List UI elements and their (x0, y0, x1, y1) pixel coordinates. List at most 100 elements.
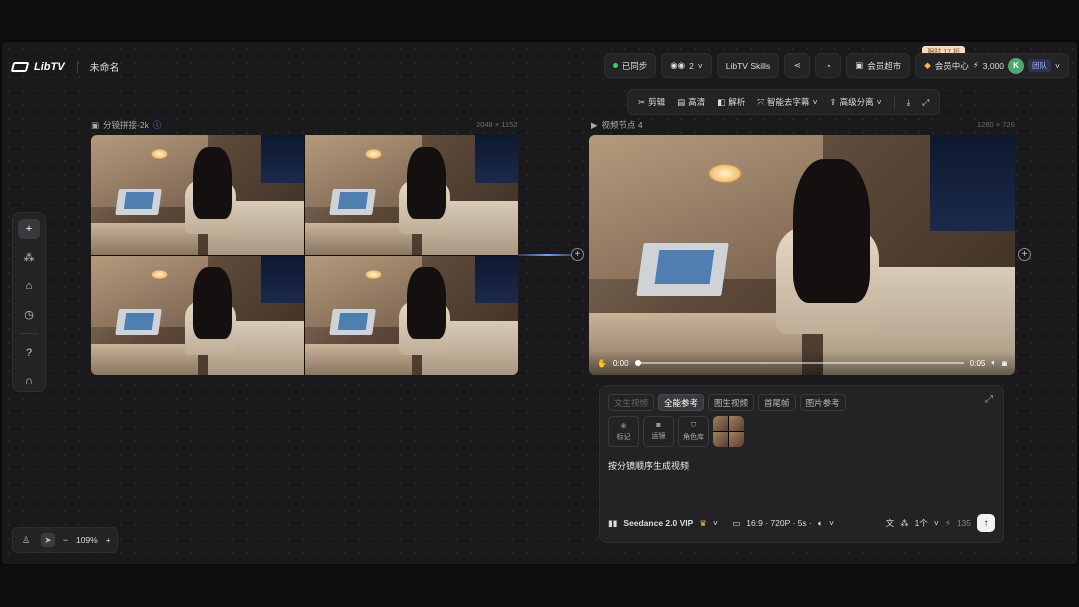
camera-icon[interactable]: ◙ (1002, 359, 1007, 368)
info-icon: ⓘ (152, 120, 162, 130)
arrow-up-icon: ↑ (983, 517, 989, 529)
zoom-out-button[interactable]: − (63, 535, 68, 545)
sync-status[interactable]: 已同步 (603, 53, 657, 78)
image-node-header[interactable]: ▣ 分镜拼接-2k ⓘ (91, 119, 161, 131)
help-icon[interactable]: ? (18, 343, 40, 363)
expand-icon[interactable]: ⤢ (985, 394, 993, 405)
video-progress-bar[interactable] (634, 360, 964, 366)
account-button[interactable]: ◆ 会员中心 ⚡ 3,000 K 团队 ˅ (915, 53, 1069, 78)
skills-button[interactable]: LibTV Skills (716, 53, 780, 78)
storyboard-frame-1 (91, 135, 304, 255)
image-icon: ▣ (91, 119, 100, 130)
marker-icon: ⊕ (620, 422, 627, 430)
camera-icon: ◙ (656, 422, 661, 429)
camera-move-button[interactable]: ◙ 运镜 (643, 416, 674, 447)
fullscreen-button[interactable]: ⤢ (922, 97, 929, 108)
remove-subtitle-label: 智能去字幕 (767, 97, 810, 107)
reference-thumbnail[interactable] (713, 416, 744, 447)
chevron-down-icon: ˅ (933, 518, 939, 528)
bell-icon: ◔ (825, 60, 831, 71)
generation-panel: 文生视频 全能参考 图生视频 首尾帧 图片参考 ⤢ ⊕ 标记 ◙ 运镜 ⛉ 角色库 按… (599, 385, 1004, 543)
storyboard-frame-3 (91, 255, 304, 375)
progress-knob[interactable] (634, 360, 641, 366)
image-node-title: 分镜拼接-2k (103, 120, 149, 130)
logo-text: LibTV (34, 60, 65, 73)
add-icon[interactable]: + (18, 219, 40, 239)
top-actions: 已同步 ◉◉ 2 ˅ LibTV Skills ⋖ ◔ ▣ 会员超市 ◆ 会员中… (603, 53, 1069, 78)
play-pause-icon[interactable]: ✋ (597, 359, 607, 368)
toolbar-divider (893, 95, 895, 109)
video-node-header[interactable]: ▶ 视频节点 4 (591, 119, 643, 131)
model-select[interactable]: Seedance 2.0 VIP (623, 518, 693, 528)
expand-icon: ⤢ (922, 96, 930, 107)
sidebar-divider (20, 333, 38, 334)
storyboard-grid-image[interactable] (91, 135, 518, 375)
notifications-button[interactable]: ◔ (815, 53, 842, 78)
chevron-down-icon: ˅ (697, 60, 703, 71)
mark-button[interactable]: ⊕ 标记 (608, 416, 639, 447)
workflow-icon[interactable]: ⁂ (18, 248, 40, 268)
tab-image-to-video[interactable]: 图生视频 (708, 394, 755, 411)
app-logo[interactable]: LibTV 未命名 (10, 59, 120, 74)
credits-value: 3,000 (982, 60, 1005, 71)
translate-icon[interactable]: 文 (886, 517, 895, 529)
outer-top-band (0, 0, 1079, 40)
members-button[interactable]: ◉◉ 2 ˅ (661, 53, 712, 78)
remove-subtitle-button[interactable]: ⤧ 智能去字幕 ˅ (757, 96, 817, 108)
assets-icon[interactable]: ⌂ (18, 276, 40, 296)
tab-image-reference[interactable]: 图片参考 (799, 394, 846, 411)
hd-label: 高清 (688, 97, 706, 107)
split-icon: ◧ (717, 96, 726, 107)
share-button[interactable]: ⋖ (784, 53, 811, 78)
scissors-icon: ✂ (638, 96, 646, 107)
image-node-dims: 2048 × 1152 (476, 120, 518, 129)
hd-button[interactable]: ▤ 高清 (677, 96, 705, 108)
download-icon: ⤓ (906, 96, 911, 107)
chevron-down-icon: ˅ (828, 518, 834, 528)
send-button[interactable]: ↑ (977, 514, 995, 532)
zoom-in-button[interactable]: + (106, 535, 111, 545)
video-frame (589, 135, 1015, 375)
volume-icon[interactable]: 🔈︎ (991, 358, 996, 368)
vip-label: 会员中心 (934, 60, 969, 71)
divider (76, 60, 78, 73)
analyze-button[interactable]: ◧ 解析 (717, 96, 745, 108)
sync-label: 已同步 (621, 60, 648, 71)
person-icon[interactable]: ♙ (19, 533, 33, 547)
avatar: K (1008, 57, 1025, 74)
zoom-level[interactable]: 109% (76, 535, 98, 545)
video-player[interactable]: ✋ 0:00 0:05 🔈︎ ◙ (589, 135, 1015, 375)
tab-first-last-frame[interactable]: 首尾帧 (758, 394, 796, 411)
separate-button[interactable]: ⇪ 高级分离 ˅ (830, 96, 882, 108)
enhance-icon[interactable]: ⁂ (900, 518, 909, 529)
clip-button[interactable]: ✂ 剪辑 (638, 96, 665, 108)
analyze-label: 解析 (728, 97, 746, 107)
tab-omni-reference[interactable]: 全能参考 (658, 394, 705, 411)
play-icon: ▶ (591, 119, 598, 130)
chevron-down-icon: ˅ (712, 518, 718, 528)
count-select[interactable]: 1个 (915, 517, 928, 529)
add-node-icon[interactable]: + (571, 248, 584, 261)
download-button[interactable]: ⤓ (907, 97, 911, 108)
members-count: 2 (689, 60, 694, 71)
character-library-label: 角色库 (683, 433, 704, 441)
outer-bottom-band (0, 566, 1079, 607)
add-node-icon[interactable]: + (1018, 248, 1031, 261)
headset-icon[interactable]: ∩ (18, 371, 40, 391)
tab-text-to-video[interactable]: 文生视频 (608, 394, 655, 411)
crown-icon: ♛ (699, 517, 707, 528)
navigate-icon[interactable]: ➤ (41, 533, 55, 547)
character-library-button[interactable]: ⛉ 角色库 (678, 416, 709, 447)
store-button[interactable]: ▣ 会员超市 (846, 53, 911, 78)
sync-dot-icon (612, 63, 618, 68)
mode-tabs: 文生视频 全能参考 图生视频 首尾帧 图片参考 (608, 394, 846, 411)
project-name[interactable]: 未命名 (90, 59, 120, 74)
diamond-icon: ◆ (924, 60, 931, 70)
separate-label: 高级分离 (839, 97, 874, 107)
history-icon[interactable]: ◷ (18, 305, 40, 325)
video-settings[interactable]: 16:9 · 720P · 5s · (746, 518, 812, 528)
video-toolbar: ✂ 剪辑 ▤ 高清 ◧ 解析 ⤧ 智能去字幕 ˅ ⇪ 高级分离 ˅ ⤓ ⤢ (627, 89, 941, 115)
storyboard-frame-4 (305, 255, 518, 375)
app-canvas[interactable]: LibTV 未命名 限时 17 折 已同步 ◉◉ 2 ˅ LibTV Skill… (2, 42, 1077, 564)
prompt-input[interactable]: 按分镜顺序生成视频 (608, 459, 689, 472)
